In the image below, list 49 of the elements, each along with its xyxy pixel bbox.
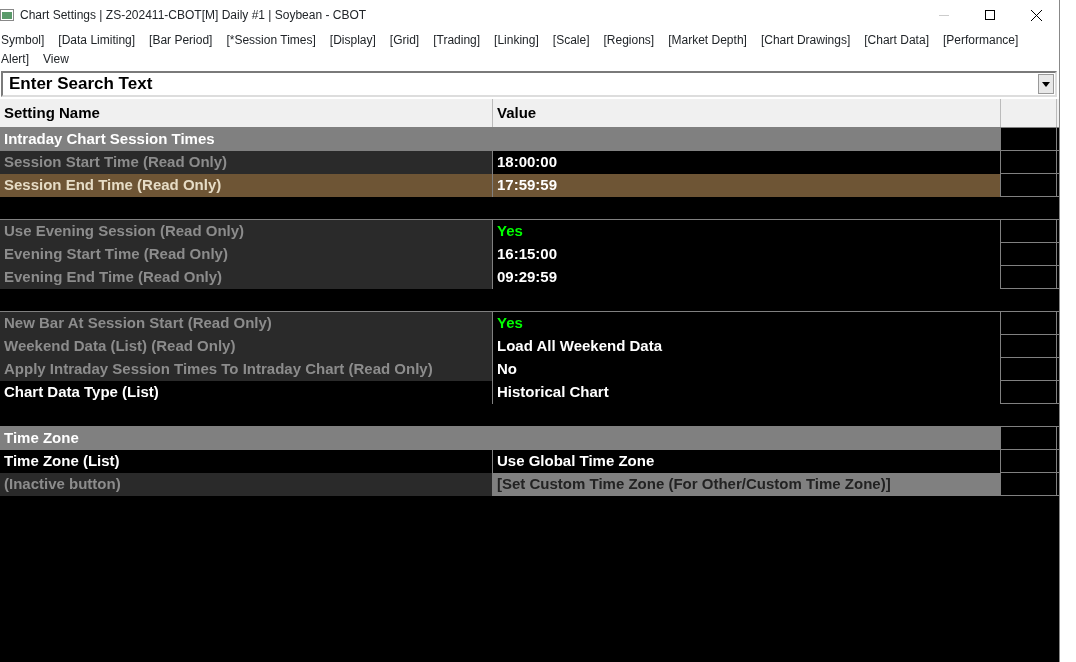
setting-value[interactable]: Historical Chart [493,381,1001,404]
setting-value[interactable]: No [493,358,1001,381]
setting-value[interactable]: 16:15:00 [493,243,1001,266]
menu-tab[interactable]: View [43,50,69,69]
menu-tab[interactable]: Alert] [1,50,29,69]
setting-name[interactable]: Chart Data Type (List) [0,381,493,404]
setting-name[interactable]: Apply Intraday Session Times To Intraday Chart (Read Only) [0,358,493,381]
search-combo-box[interactable]: Enter Search Text [1,71,1057,97]
menu-tab[interactable]: Symbol] [1,31,45,50]
setting-name[interactable]: New Bar At Session Start (Read Only) [0,312,493,335]
setting-value[interactable]: 18:00:00 [493,151,1001,174]
column-header[interactable]: Value [493,99,1001,127]
menu-tab[interactable]: [Chart Data] [864,31,929,50]
menu-tab[interactable]: [Trading] [433,31,481,50]
setting-name[interactable]: Weekend Data (List) (Read Only) [0,335,493,358]
setting-name: (Inactive button) [0,473,493,496]
menu-tab[interactable]: [Data Limiting] [58,31,136,50]
caret-icon [1042,81,1050,87]
menu-tab[interactable]: [Bar Period] [149,31,213,50]
setting-value[interactable]: 17:59:59 [493,174,1001,197]
dropdown-button[interactable] [1038,74,1054,94]
menu-tab[interactable]: [Chart Drawings] [760,31,851,50]
search-field: Enter Search Text [3,74,1038,94]
setting-name[interactable]: Evening End Time (Read Only) [0,266,493,289]
section-header: Time Zone [0,427,1001,450]
setting-value[interactable]: Yes [493,220,1001,243]
setting-value[interactable]: 09:29:59 [493,266,1001,289]
setting-value[interactable]: Yes [493,312,1001,335]
setting-name[interactable]: Use Evening Session (Read Only) [0,220,493,243]
menu-tab[interactable]: [Regions] [603,31,655,50]
setting-name[interactable]: Evening Start Time (Read Only) [0,243,493,266]
close-icon [1030,9,1042,21]
menu-tab[interactable]: [Grid] [389,31,420,50]
setting-name[interactable]: Session End Time (Read Only) [0,174,493,197]
setting-value[interactable]: Use Global Time Zone [493,450,1001,473]
menu-tab[interactable]: [Performance] [942,31,1019,50]
menu-tab[interactable]: [Display] [329,31,376,50]
maximize-icon [985,10,995,20]
menu-tab[interactable]: [Scale] [552,31,590,50]
window-title: Chart Settings | ZS-202411-CBOT[M] Daily #1 | Soybean - CBOT [20,7,367,24]
setting-name[interactable]: Session Start Time (Read Only) [0,151,493,174]
section-header: Intraday Chart Session Times [0,128,1001,151]
setting-name[interactable]: Time Zone (List) [0,450,493,473]
menu-tab[interactable]: [Linking] [494,31,539,50]
menu-tab[interactable]: [Market Depth] [668,31,747,50]
setting-value[interactable]: Load All Weekend Data [493,335,1001,358]
minimize-icon [939,14,949,16]
menu-tab[interactable]: [*Session Times] [226,31,316,50]
column-header[interactable]: Setting Name [0,99,493,127]
